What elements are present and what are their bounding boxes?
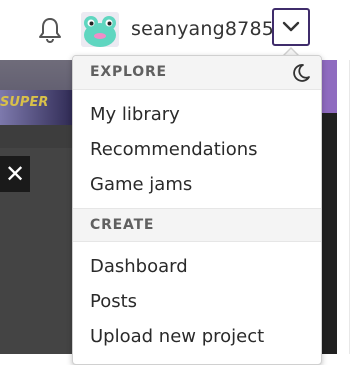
game-banner-title: SUPER [0,95,49,110]
background-right-accent [322,60,337,113]
user-dropdown-menu: EXPLORE My library Recommendations Game … [72,55,322,365]
menu-item-posts[interactable]: Posts [90,291,137,313]
explore-section-header: EXPLORE [73,56,321,90]
username-label[interactable]: seanyang8785 [131,16,274,42]
background-right-dark [322,113,337,354]
user-menu-toggle-button[interactable] [272,8,310,46]
explore-section-label: EXPLORE [90,64,167,80]
menu-item-my-library[interactable]: My library [90,104,180,126]
close-icon[interactable]: ✕ [0,156,30,192]
avatar[interactable] [81,12,119,47]
chevron-down-icon [282,18,300,37]
top-header: seanyang8785 [0,0,357,60]
moon-icon[interactable] [291,63,311,83]
bell-icon[interactable] [37,16,63,44]
create-section-label: CREATE [90,217,155,233]
menu-item-game-jams[interactable]: Game jams [90,174,192,196]
background-right-margin [337,60,357,354]
menu-item-upload-new-project[interactable]: Upload new project [90,326,264,348]
menu-item-recommendations[interactable]: Recommendations [90,139,258,161]
menu-item-dashboard[interactable]: Dashboard [90,256,188,278]
create-section-header: CREATE [73,208,321,242]
